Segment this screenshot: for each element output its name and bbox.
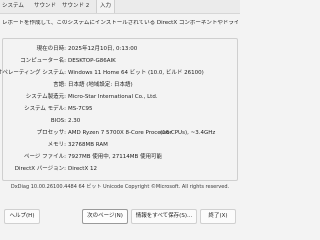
info-value: Windows 11 Home 64 ビット (10.0, ビルド 26100) xyxy=(68,70,204,76)
tab-input[interactable]: 入力 xyxy=(96,0,116,13)
info-value: DirectX 12 xyxy=(68,166,97,172)
info-row-processor: プロセッサ: AMD Ryzen 7 5700X 8-Core Processo… xyxy=(0,129,240,137)
info-label: DirectX バージョン: xyxy=(14,166,66,172)
info-row-language: 言語: 日本語 (地域設定: 日本語) xyxy=(0,81,240,89)
info-label: コンピューター名: xyxy=(20,58,66,64)
info-value: MS-7C95 xyxy=(68,106,93,112)
info-label: 言語: xyxy=(53,82,66,88)
info-value: 2025年12月10日, 0:13:00 xyxy=(68,46,138,52)
info-row-computer-name: コンピューター名: DESKTOP-G86AIK xyxy=(0,57,240,65)
info-label: プロセッサ: xyxy=(36,130,66,136)
info-row-page-file: ページ ファイル: 7927MB 使用中, 27114MB 使用可能 xyxy=(0,153,240,161)
next-page-button[interactable]: 次のページ(N) xyxy=(82,209,128,224)
info-value: AMD Ryzen 7 5700X 8-Core Processor xyxy=(68,130,172,136)
intro-text: レポートを作成して、このシステムにインストールされている DirectX コンポ… xyxy=(2,20,238,26)
info-row-os: オペレーティング システム: Windows 11 Home 64 ビット (1… xyxy=(0,69,240,77)
info-label: BIOS: xyxy=(50,118,66,124)
button-bar: ヘルプ(H) 次のページ(N) 情報をすべて保存(S)... 終了(X) xyxy=(0,205,240,240)
info-value: Micro-Star International Co., Ltd. xyxy=(68,94,158,100)
info-value: DESKTOP-G86AIK xyxy=(68,58,116,64)
info-extra: (16 CPUs), ~3.4GHz xyxy=(160,130,216,136)
info-label: オペレーティング システム: xyxy=(0,70,66,76)
info-label: システム モデル: xyxy=(24,106,66,112)
info-row-memory: メモリ: 32768MB RAM xyxy=(0,141,240,149)
info-label: 現在の日時: xyxy=(36,46,66,52)
info-label: メモリ: xyxy=(47,142,66,148)
version-footer: DxDiag 10.00.26100.4484 64 ビット Unicode C… xyxy=(10,184,230,190)
info-row-model: システム モデル: MS-7C95 xyxy=(0,105,240,113)
info-row-datetime: 現在の日時: 2025年12月10日, 0:13:00 xyxy=(0,45,240,53)
help-button[interactable]: ヘルプ(H) xyxy=(4,209,40,224)
info-row-manufacturer: システム製造元: Micro-Star International Co., L… xyxy=(0,93,240,101)
tab-sound-2[interactable]: サウンド 2 xyxy=(62,3,89,10)
info-label: システム製造元: xyxy=(25,94,66,100)
info-row-bios: BIOS: 2.30 xyxy=(0,117,240,125)
info-row-directx-version: DirectX バージョン: DirectX 12 xyxy=(0,165,240,173)
exit-button[interactable]: 終了(X) xyxy=(200,209,236,224)
tab-sound[interactable]: サウンド xyxy=(34,3,56,10)
dxdiag-window: システム サウンド サウンド 2 入力 レポートを作成して、このシステムにインス… xyxy=(0,0,240,240)
info-value: 日本語 (地域設定: 日本語) xyxy=(68,82,133,88)
info-value: 7927MB 使用中, 27114MB 使用可能 xyxy=(68,154,163,160)
tab-bar: システム サウンド サウンド 2 入力 xyxy=(0,0,240,14)
info-value: 2.30 xyxy=(68,118,81,124)
info-value: 32768MB RAM xyxy=(68,142,108,148)
info-label: ページ ファイル: xyxy=(24,154,66,160)
tab-system[interactable]: システム xyxy=(2,3,24,10)
save-all-button[interactable]: 情報をすべて保存(S)... xyxy=(131,209,197,224)
